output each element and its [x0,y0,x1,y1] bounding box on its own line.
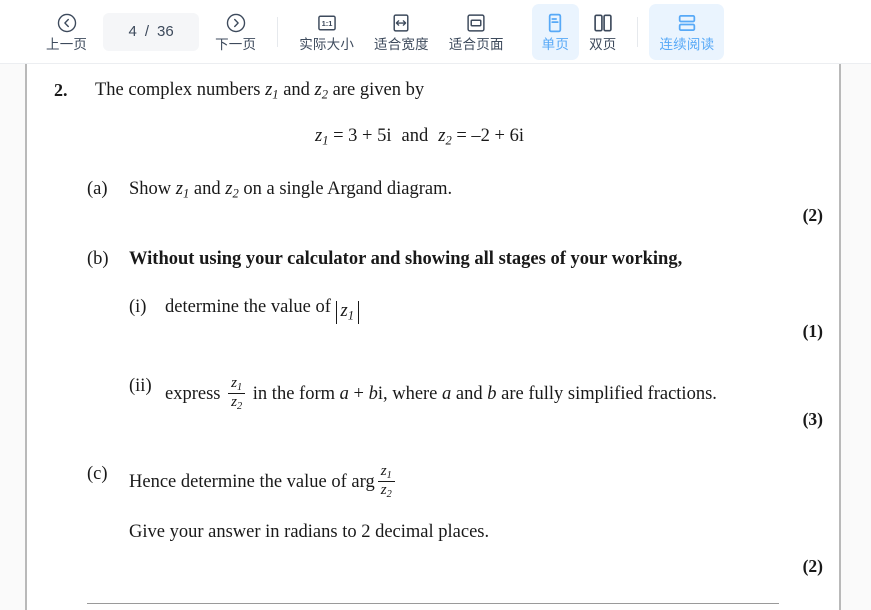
next-page-button[interactable]: 下一页 [205,4,266,60]
pdf-viewer-toolbar: 上一页 4 / 36 下一页 1:1 实际大小 适合宽度 适合页面 单页 双页 … [0,0,871,64]
eq-z1-value: = 3 + 5i [328,126,392,146]
prev-page-label: 上一页 [46,37,88,52]
part-a-label: (a) [87,179,108,199]
part-b-i-text: determine the value of z1 [165,297,360,325]
fraction-num-sub: 1 [237,381,243,393]
form-plus: + [348,383,369,404]
fit-width-icon [390,11,412,35]
fraction-denominator: z2 [228,393,246,412]
part-a-text: Show z1 and z2 on a single Argand diagra… [129,179,452,202]
part-b-ii-label: (ii) [129,376,152,396]
fraction-numerator: z1 [228,374,245,393]
prev-page-button[interactable]: 上一页 [36,4,97,60]
exam-question-content: ​ 2. The complex numbers z1 and z2 are g… [27,64,839,610]
stem-pre: The complex numbers [95,80,266,100]
actual-size-label: 实际大小 [299,37,355,52]
part-b-text: Without using your calculator and showin… [129,249,683,269]
form-b: b [368,383,378,404]
current-page-value: 4 [128,23,137,40]
question-stem: The complex numbers z1 and z2 are given … [95,80,424,103]
part-b-ii-text: express z1 z2 in the form a + bi, where a… [165,374,717,413]
modulus-z1-var: z [340,301,348,322]
double-page-mode-button[interactable]: 双页 [579,4,626,60]
actual-size-button[interactable]: 1:1 实际大小 [289,4,364,60]
arg-fraction-numerator: z1 [378,462,395,481]
next-page-label: 下一页 [215,37,257,52]
form-a: a [339,383,349,404]
fraction-den-sub: 2 [237,400,243,412]
page-separator: / [144,23,150,40]
part-b-ii-post1: where [387,383,443,404]
fit-page-label: 适合页面 [448,37,504,52]
part-c-text: Hence determine the value of arg z1 z2 [129,462,398,501]
stem-z1: z1 [265,80,279,102]
svg-text:1:1: 1:1 [321,19,332,28]
toolbar-divider-2 [637,16,639,47]
chevron-right-circle-icon [225,11,247,35]
question-number: 2. [54,80,68,100]
single-page-mode-button[interactable]: 单页 [531,3,580,60]
pdf-page-viewport[interactable]: ​ 2. The complex numbers z1 and z2 are g… [0,64,871,610]
form-b2: b [487,383,497,404]
arg-fraction-denominator: z2 [377,481,395,500]
part-c-pre: Hence determine the value of arg [129,471,375,492]
part-a-mid: and [189,179,226,199]
fit-page-icon [465,11,487,35]
pdf-page: ​ 2. The complex numbers z1 and z2 are g… [25,64,841,610]
part-c-marks: (2) [802,556,823,576]
stem-mid: and [278,80,315,100]
form-i: i, [377,383,388,404]
arg-fraction-num-sub: 1 [386,469,392,481]
part-a-post: on a single Argand diagram. [238,179,453,199]
eq-z2-value: = –2 + 6i [451,126,524,146]
part-b-i-marks: (1) [802,321,823,341]
eq-z1: z1 [315,126,329,148]
part-c-note: Give your answer in radians to 2 decimal… [129,522,490,542]
eq-z2: z2 [438,126,452,148]
arg-fraction-den-sub: 2 [386,488,392,500]
chevron-left-circle-icon [56,11,78,35]
fit-width-button[interactable]: 适合宽度 [364,4,439,60]
double-page-icon [592,11,614,35]
fit-page-button[interactable]: 适合页面 [439,4,514,60]
part-a-z1-var: z [175,179,183,199]
page-footer-rule [87,603,779,604]
actual-size-icon: 1:1 [316,11,338,35]
continuous-scroll-button[interactable]: 连续阅读 [649,3,725,60]
part-a-z2: z2 [225,179,239,201]
part-b-ii-post2: and [451,383,488,404]
modulus-z1: z1 [335,301,360,325]
continuous-scroll-label: 连续阅读 [659,37,715,52]
part-b-ii-post3: are fully simplified fractions. [496,383,717,404]
stem-post: are given by [328,80,425,100]
total-pages-value: 36 [157,23,174,40]
toolbar-divider-1 [277,16,279,47]
form-a2: a [442,383,452,404]
equation-line: z1 = 3 + 5i and z2 = –2 + 6i [315,126,524,149]
stem-z2-var: z [314,80,322,100]
eq-conjunction: and [401,126,429,146]
single-page-icon [544,11,566,35]
part-b-ii-mid: in the form [248,383,340,404]
modulus-z1-sub: 1 [347,308,355,323]
fraction-z1-over-z2-arg: z1 z2 [377,462,395,500]
part-b-ii-marks: (3) [802,409,823,429]
part-a-z1: z1 [175,179,190,201]
part-b-ii-pre: express [165,383,226,404]
fit-width-label: 适合宽度 [374,37,429,52]
part-b-i-label: (i) [129,297,147,317]
fraction-z1-over-z2: z1 z2 [228,374,246,412]
part-b-i-pre: determine the value of [165,297,336,317]
single-page-mode-label: 单页 [541,37,570,52]
part-c-label: (c) [87,464,108,484]
stem-z2: z2 [314,80,329,102]
part-a-pre: Show [129,179,176,199]
part-b-label: (b) [87,249,109,269]
double-page-mode-label: 双页 [589,37,617,52]
page-number-input[interactable]: 4 / 36 [103,12,200,51]
page-corner-fragment: ​ [809,64,839,71]
continuous-scroll-icon [676,11,698,35]
part-a-marks: (2) [802,205,823,225]
